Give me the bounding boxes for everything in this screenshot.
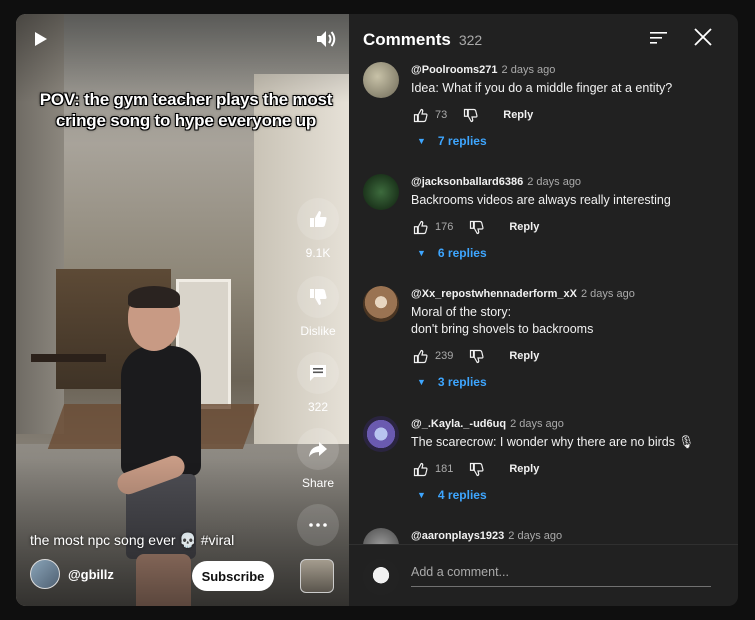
comment-author[interactable]: @aaronplays1923	[411, 530, 504, 542]
thumbs-up-icon	[413, 220, 428, 234]
thumbs-down-icon	[469, 349, 484, 363]
view-replies-button[interactable]: ▼ 6 replies	[417, 246, 721, 260]
sort-button[interactable]	[650, 30, 670, 50]
comment-time: 2 days ago	[510, 418, 564, 430]
video-area[interactable]: POV: the gym teacher plays the most crin…	[16, 14, 349, 606]
comment-time: 2 days ago	[527, 176, 582, 188]
comment-avatar[interactable]	[363, 416, 399, 452]
thumbs-down-icon	[463, 108, 478, 122]
like-count: 9.1K	[305, 246, 331, 260]
comment-author[interactable]: @_.Kayla._-ud6uq	[411, 418, 506, 430]
comment-count: 322	[307, 400, 329, 414]
play-icon	[35, 32, 47, 46]
comment-reply-button[interactable]: Reply	[509, 463, 539, 475]
view-replies-button[interactable]: ▼ 3 replies	[417, 375, 721, 389]
chevron-down-icon: ▼	[417, 377, 426, 387]
thumbs-down-icon	[310, 289, 327, 305]
dislike-label: Dislike	[300, 324, 336, 338]
comments-title: Comments	[363, 30, 451, 49]
comments-panel: Comments 322 @Poolrooms271 2 days ago Ide…	[349, 14, 738, 606]
share-button[interactable]: Share	[294, 428, 342, 490]
play-button[interactable]	[30, 28, 52, 50]
comment-author[interactable]: @Xx_repostwhennaderform_xX	[411, 288, 577, 300]
comment-text: The scarecrow: I wonder why there are no…	[411, 435, 695, 449]
replies-count: 3 replies	[437, 375, 487, 389]
volume-icon	[317, 31, 336, 47]
comment-dislike-button[interactable]	[467, 347, 485, 365]
sort-icon	[650, 32, 667, 44]
view-replies-button[interactable]: ▼ 4 replies	[417, 488, 721, 502]
comment-avatar[interactable]	[363, 528, 399, 544]
subscribe-button[interactable]: Subscribe	[192, 561, 274, 591]
comment-like-count: 181	[435, 463, 454, 475]
like-button[interactable]: 9.1K	[294, 198, 342, 260]
comment-avatar[interactable]	[363, 286, 399, 322]
replies-count: 7 replies	[437, 134, 487, 148]
replies-count: 4 replies	[437, 488, 487, 502]
view-replies-button[interactable]: ▼ 7 replies	[417, 134, 721, 148]
comment-icon	[310, 365, 326, 381]
thumbs-up-icon	[413, 462, 428, 476]
video-overlay-text: POV: the gym teacher plays the most crin…	[39, 90, 333, 130]
add-comment-row	[349, 544, 738, 606]
comment-dislike-button[interactable]	[461, 106, 479, 124]
comment-time: 2 days ago	[581, 288, 635, 300]
thumbs-up-icon	[413, 349, 428, 363]
comment-author[interactable]: @Poolrooms271	[411, 64, 498, 76]
video-caption[interactable]: the most npc song ever 💀 #viral	[30, 532, 234, 549]
close-icon	[694, 28, 712, 46]
user-avatar	[363, 559, 399, 595]
comment-like-count: 176	[435, 221, 454, 233]
comment-author[interactable]: @jacksonballard6386	[411, 176, 523, 188]
comment-text: Moral of the story: don't bring shovels …	[411, 305, 594, 336]
comments-button[interactable]: 322	[294, 352, 342, 414]
channel-name[interactable]: @gbillz	[68, 567, 114, 582]
add-comment-input[interactable]	[411, 561, 711, 587]
channel-avatar[interactable]	[30, 559, 60, 589]
thumbs-down-icon	[469, 462, 484, 476]
shorts-player: POV: the gym teacher plays the most crin…	[16, 14, 738, 606]
comment-like-button[interactable]	[411, 106, 429, 124]
thumbs-up-icon	[413, 108, 428, 122]
comment-time: 2 days ago	[508, 530, 563, 542]
comment-avatar[interactable]	[363, 174, 399, 210]
comment-like-button[interactable]	[411, 347, 429, 365]
comment-like-button[interactable]	[411, 218, 429, 236]
share-icon	[309, 442, 327, 457]
comment-dislike-button[interactable]	[467, 460, 485, 478]
replies-count: 6 replies	[437, 246, 487, 260]
channel-row[interactable]: @gbillz	[30, 559, 114, 589]
sound-thumbnail[interactable]	[300, 559, 334, 593]
comment-like-count: 239	[435, 350, 454, 362]
comment-like-count: 73	[435, 109, 448, 121]
comment-text: Backrooms videos are always really inter…	[411, 193, 671, 207]
chevron-down-icon: ▼	[417, 490, 426, 500]
comment-like-button[interactable]	[411, 460, 429, 478]
comments-list[interactable]: @Poolrooms271 2 days ago Idea: What if yo…	[349, 62, 738, 544]
comment-reply-button[interactable]: Reply	[509, 350, 539, 362]
close-button[interactable]	[694, 28, 716, 50]
comment-text: Idea: What if you do a middle finger at …	[411, 81, 673, 95]
more-icon	[309, 523, 327, 527]
share-label: Share	[301, 476, 335, 490]
comment-time: 2 days ago	[501, 64, 556, 76]
more-button[interactable]	[294, 504, 342, 552]
comments-header: Comments 322	[363, 28, 724, 52]
chevron-down-icon: ▼	[417, 248, 426, 258]
volume-button[interactable]	[314, 28, 338, 50]
comment-avatar[interactable]	[363, 62, 399, 98]
dislike-button[interactable]: Dislike	[294, 276, 342, 338]
comment-dislike-button[interactable]	[467, 218, 485, 236]
thumbs-down-icon	[469, 220, 484, 234]
comment-reply-button[interactable]: Reply	[509, 221, 539, 233]
chevron-down-icon: ▼	[417, 136, 426, 146]
thumbs-up-icon	[310, 211, 327, 227]
comment-reply-button[interactable]: Reply	[503, 109, 533, 121]
comments-count: 322	[458, 32, 483, 48]
